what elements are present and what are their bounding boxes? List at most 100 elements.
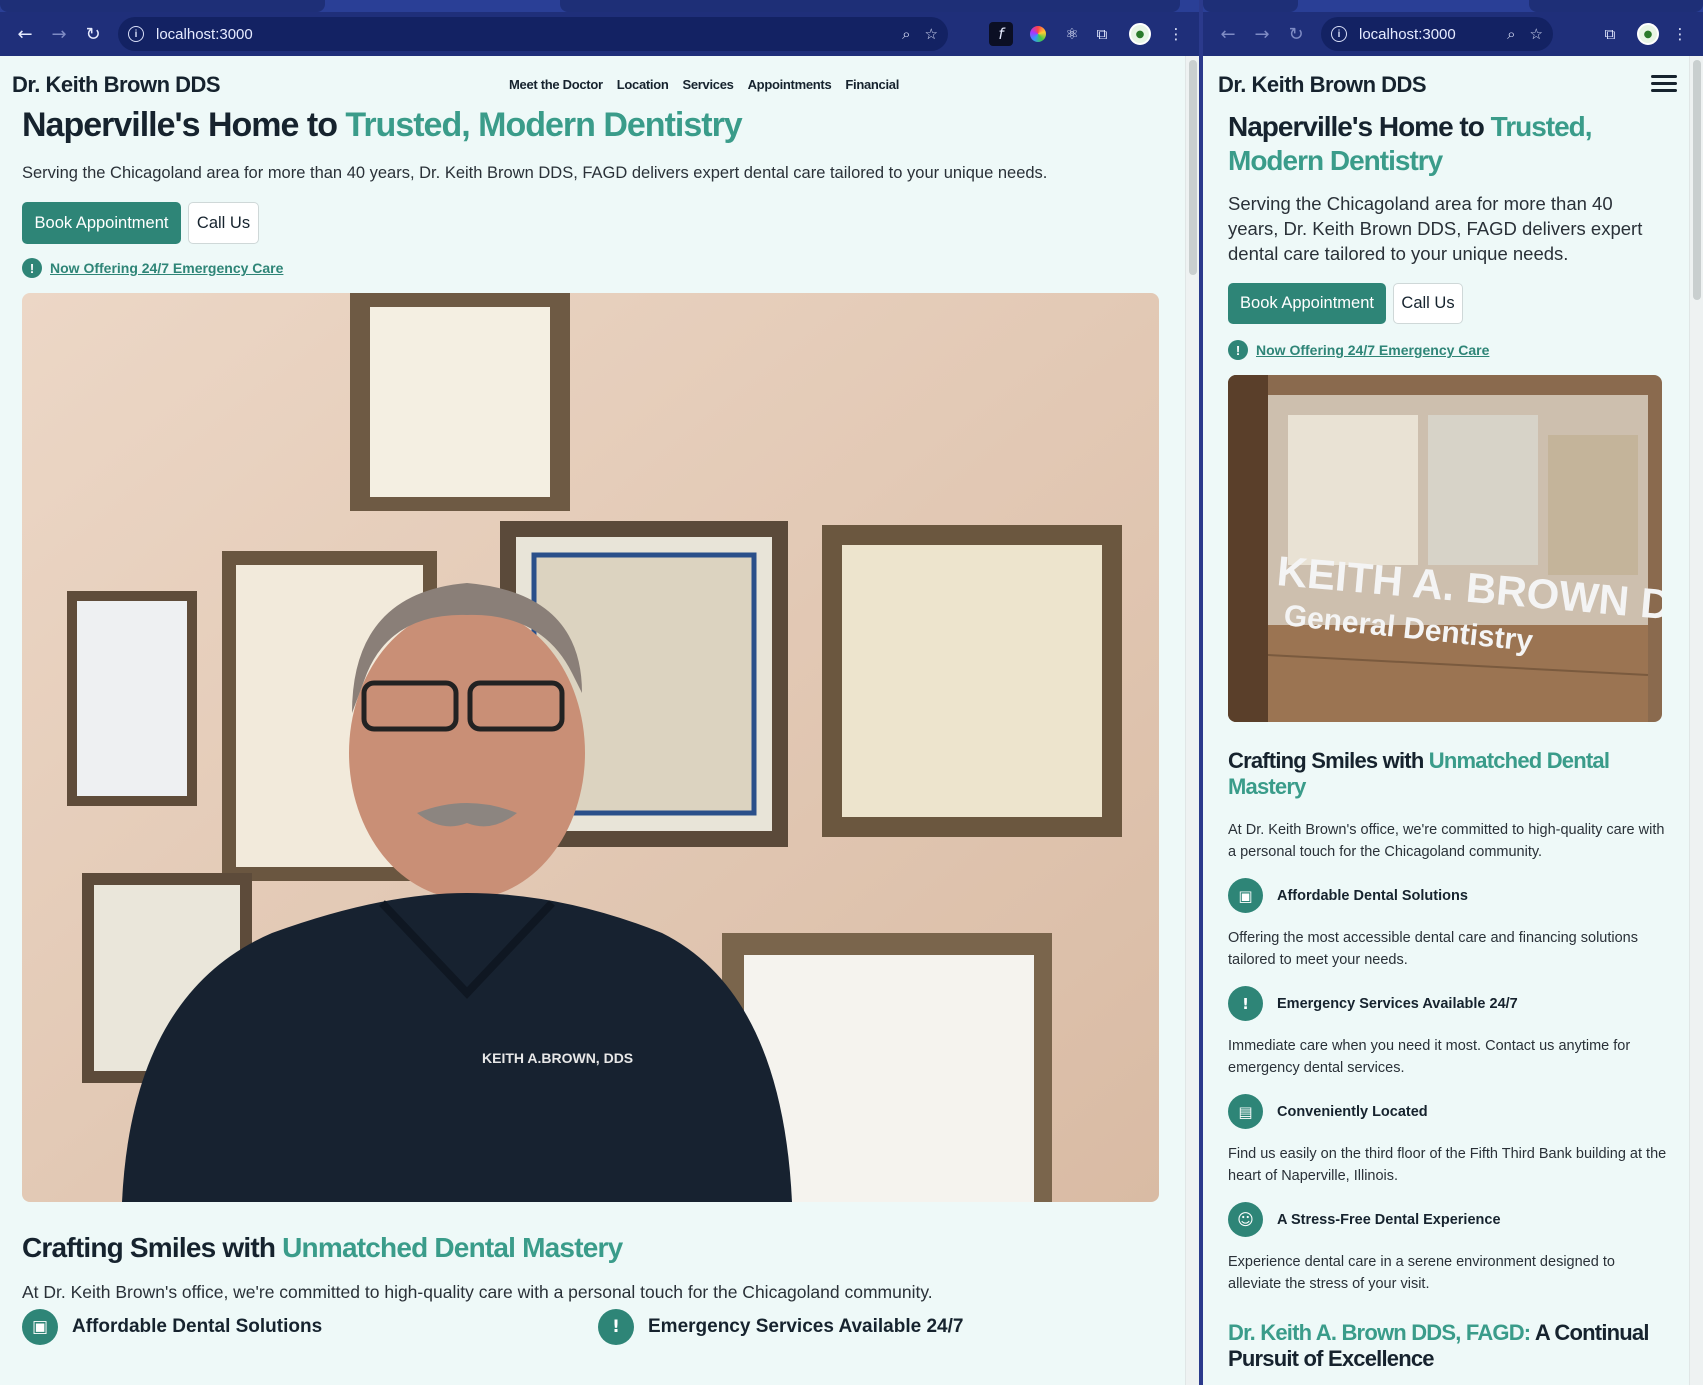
nav-meet-the-doctor[interactable]: Meet the Doctor	[509, 77, 603, 92]
tab-strip	[0, 0, 1199, 12]
scrollbar-thumb[interactable]	[1189, 60, 1197, 275]
call-us-button[interactable]: Call Us	[1393, 283, 1463, 324]
alert-icon: !	[598, 1309, 634, 1345]
back-arrow-icon[interactable]: ←	[8, 17, 42, 51]
feature-title: Conveniently Located	[1277, 1103, 1428, 1120]
hero-title-plain: Naperville's Home to	[22, 106, 346, 144]
site-info-icon[interactable]: i	[128, 26, 144, 42]
alert-icon: !	[22, 258, 42, 278]
crafting-body: At Dr. Keith Brown's office, we're commi…	[22, 1282, 933, 1302]
hero-buttons: Book Appointment Call Us	[1228, 283, 1463, 324]
browser-menu-icon[interactable]: ⋮	[1665, 19, 1695, 49]
emergency-care-link[interactable]: Now Offering 24/7 Emergency Care	[50, 260, 283, 276]
tab-other[interactable]	[1529, 0, 1703, 12]
page-scrollbar[interactable]	[1185, 56, 1199, 1385]
office-door-photo-illustration: KEITH A. BROWN D.D.S. General Dentistry	[1228, 375, 1662, 722]
alert-icon: !	[1228, 986, 1263, 1021]
profile-avatar[interactable]: ●	[1125, 19, 1155, 49]
feature-title: Affordable Dental Solutions	[72, 1316, 323, 1337]
scrollbar-thumb[interactable]	[1693, 60, 1701, 300]
map-icon: ▤	[1228, 1094, 1263, 1129]
crafting-title-plain: Crafting Smiles with	[1228, 748, 1429, 773]
browser-toolbar: ← → ↻ i localhost:3000 ⌕ ☆ ⧉ ● ⋮	[1203, 12, 1703, 56]
tab-active[interactable]	[1203, 0, 1298, 12]
feature-desc: Offering the most accessible dental care…	[1228, 930, 1639, 968]
doctor-photo-illustration: KEITH A.BROWN, DDS	[22, 293, 1159, 1202]
main-nav: Meet the Doctor Location Services Appoin…	[509, 77, 899, 92]
feature-location: ▤ Conveniently Located	[1228, 1094, 1428, 1129]
zoom-icon[interactable]: ⌕	[1507, 25, 1515, 43]
address-bar[interactable]: i localhost:3000 ⌕ ☆	[118, 17, 948, 51]
feature-affordable: ▣ Affordable Dental Solutions	[22, 1309, 322, 1345]
feature-stress-free: ☺ A Stress-Free Dental Experience	[1228, 1202, 1501, 1237]
page-viewport: Dr. Keith Brown DDS Naperville's Home to…	[1203, 56, 1703, 1385]
site-header: Dr. Keith Brown DDS	[1218, 70, 1677, 100]
shirt-embroidery: KEITH A.BROWN, DDS	[482, 1050, 633, 1066]
crafting-body: At Dr. Keith Brown's office, we're commi…	[1228, 822, 1665, 860]
emergency-notice: ! Now Offering 24/7 Emergency Care	[1228, 340, 1489, 360]
tab-active[interactable]	[0, 0, 325, 12]
address-bar[interactable]: i localhost:3000 ⌕ ☆	[1321, 17, 1553, 51]
smile-icon: ☺	[1228, 1202, 1263, 1237]
doctor-photo: KEITH A.BROWN, DDS	[22, 293, 1159, 1202]
address-url: localhost:3000	[156, 25, 253, 43]
feature-title: Emergency Services Available 24/7	[648, 1316, 964, 1337]
office-door-photo: KEITH A. BROWN D.D.S. General Dentistry	[1228, 375, 1662, 722]
brand-logo[interactable]: Dr. Keith Brown DDS	[12, 72, 221, 98]
hero-title-plain: Naperville's Home to	[1228, 111, 1491, 142]
crafting-title: Crafting Smiles with Unmatched Dental Ma…	[1228, 748, 1648, 801]
bookmark-star-icon[interactable]: ☆	[1530, 25, 1543, 43]
nav-financial[interactable]: Financial	[845, 77, 899, 92]
nav-appointments[interactable]: Appointments	[748, 77, 832, 92]
reload-icon[interactable]: ↻	[1279, 17, 1313, 51]
page-scrollbar[interactable]	[1689, 56, 1703, 1385]
extensions-puzzle-icon[interactable]: ⧉	[1087, 19, 1117, 49]
extension-react-icon[interactable]: ⚛	[1057, 19, 1087, 49]
book-appointment-button[interactable]: Book Appointment	[1228, 283, 1386, 324]
nav-location[interactable]: Location	[617, 77, 669, 92]
browser-toolbar: ← → ↻ i localhost:3000 ⌕ ☆ f ⚛ ⧉ ● ⋮	[0, 12, 1199, 56]
hero-title: Naperville's Home to Trusted, Modern Den…	[1228, 110, 1658, 177]
call-us-button[interactable]: Call Us	[188, 202, 259, 244]
address-url: localhost:3000	[1359, 25, 1456, 43]
forward-arrow-icon[interactable]: →	[1245, 17, 1279, 51]
browser-window-mobile: ← → ↻ i localhost:3000 ⌕ ☆ ⧉ ● ⋮ Dr. Kei…	[1203, 0, 1703, 1385]
feature-emergency: ! Emergency Services Available 24/7	[598, 1309, 963, 1345]
back-arrow-icon[interactable]: ←	[1211, 17, 1245, 51]
extension-color-icon[interactable]	[1023, 19, 1053, 49]
browser-menu-icon[interactable]: ⋮	[1161, 19, 1191, 49]
crafting-title-plain: Crafting Smiles with	[22, 1232, 283, 1263]
feature-affordable: ▣ Affordable Dental Solutions	[1228, 878, 1468, 913]
cash-icon: ▣	[22, 1309, 58, 1345]
hero-subtitle: Serving the Chicagoland area for more th…	[22, 164, 1048, 182]
tab-other[interactable]	[560, 0, 1180, 12]
brand-logo[interactable]: Dr. Keith Brown DDS	[1218, 72, 1427, 98]
feature-desc: Find us easily on the third floor of the…	[1228, 1146, 1667, 1184]
emergency-care-link[interactable]: Now Offering 24/7 Emergency Care	[1256, 342, 1489, 358]
site-header: Dr. Keith Brown DDS Meet the Doctor Loca…	[12, 70, 1185, 100]
hero-subtitle: Serving the Chicagoland area for more th…	[1228, 193, 1643, 264]
site-info-icon[interactable]: i	[1331, 26, 1347, 42]
nav-services[interactable]: Services	[683, 77, 734, 92]
feature-title: Emergency Services Available 24/7	[1277, 995, 1518, 1012]
hamburger-menu-icon[interactable]	[1651, 70, 1677, 96]
tab-strip	[1203, 0, 1703, 12]
profile-avatar[interactable]: ●	[1633, 19, 1663, 49]
page-viewport: Dr. Keith Brown DDS Meet the Doctor Loca…	[0, 56, 1199, 1385]
zoom-icon[interactable]: ⌕	[902, 25, 910, 43]
crafting-title-accent: Unmatched Dental Mastery	[282, 1232, 623, 1263]
hero-title: Naperville's Home to Trusted, Modern Den…	[22, 106, 743, 144]
alert-icon: !	[1228, 340, 1248, 360]
feature-desc: Immediate care when you need it most. Co…	[1228, 1038, 1631, 1076]
forward-arrow-icon[interactable]: →	[42, 17, 76, 51]
bookmark-star-icon[interactable]: ☆	[925, 25, 938, 43]
reload-icon[interactable]: ↻	[76, 17, 110, 51]
book-appointment-button[interactable]: Book Appointment	[22, 202, 181, 244]
emergency-notice: ! Now Offering 24/7 Emergency Care	[22, 258, 283, 278]
extension-font-icon[interactable]: f	[989, 22, 1013, 46]
excellence-title-accent: Dr. Keith A. Brown DDS, FAGD:	[1228, 1320, 1531, 1345]
extensions-puzzle-icon[interactable]: ⧉	[1595, 19, 1625, 49]
hero-title-accent: Trusted, Modern Dentistry	[345, 106, 742, 144]
feature-emergency: ! Emergency Services Available 24/7	[1228, 986, 1518, 1021]
feature-title: A Stress-Free Dental Experience	[1277, 1211, 1501, 1228]
